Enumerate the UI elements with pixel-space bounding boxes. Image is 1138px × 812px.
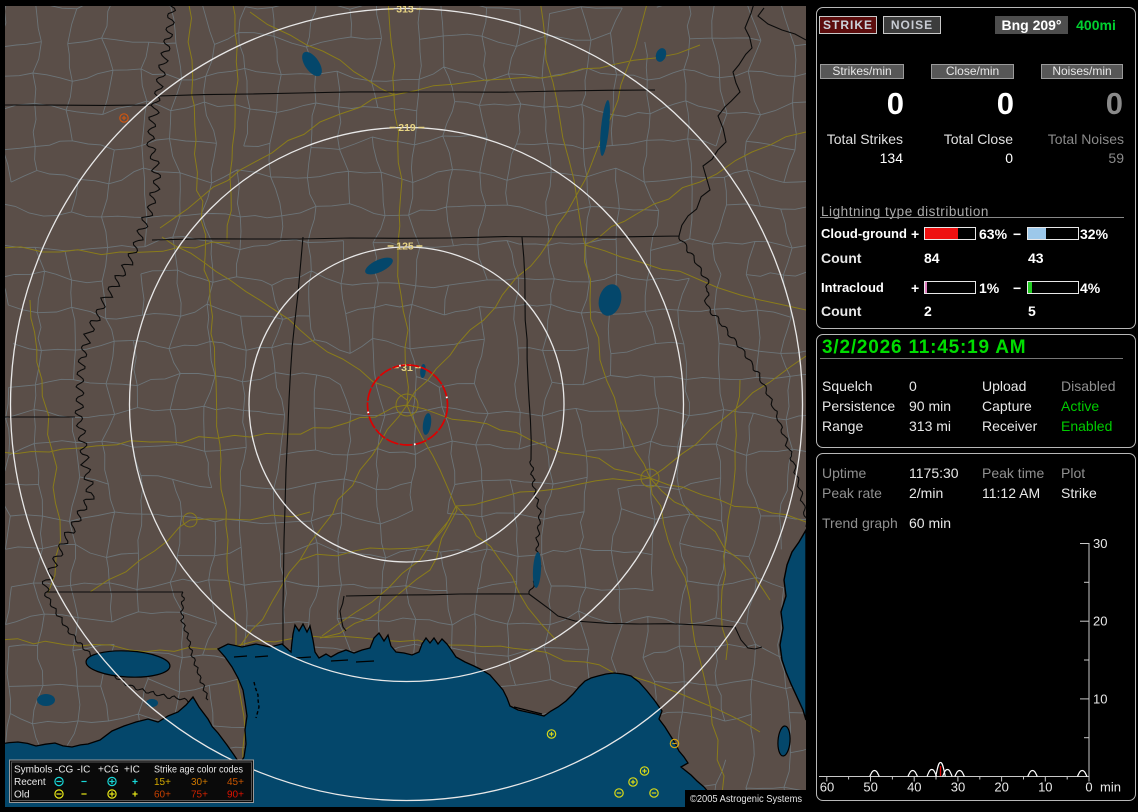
svg-text:20: 20 (994, 780, 1008, 795)
svg-text:30: 30 (1093, 536, 1107, 551)
svg-text:10: 10 (1093, 691, 1107, 706)
svg-text:50: 50 (863, 780, 877, 795)
svg-text:min: min (1100, 780, 1121, 795)
svg-text:20: 20 (1093, 614, 1107, 629)
svg-text:0: 0 (1085, 780, 1092, 795)
svg-text:40: 40 (907, 780, 921, 795)
svg-text:60: 60 (820, 780, 834, 795)
svg-text:30: 30 (951, 780, 965, 795)
svg-text:10: 10 (1038, 780, 1052, 795)
